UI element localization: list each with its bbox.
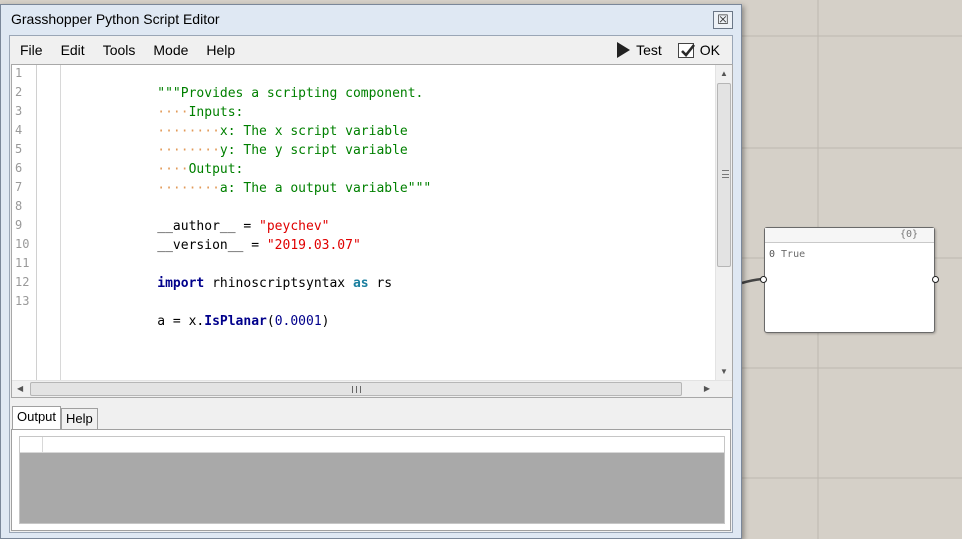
ok-button-label: OK — [699, 42, 720, 58]
output-tabs: Output Help — [12, 406, 98, 430]
script-editor-window: Grasshopper Python Script Editor ☒ File … — [0, 4, 742, 539]
code-line: ········y: The y script variable — [79, 122, 407, 158]
play-icon — [617, 42, 631, 58]
code-editor[interactable]: 1 2 3 4 5 6 7 8 9 10 11 12 13 """Provide… — [11, 64, 733, 398]
grip-icon — [352, 386, 361, 393]
code-text: """Provides a scripting component. ····I… — [79, 65, 431, 329]
line-number: 6 — [15, 161, 23, 175]
code-line: import rhinoscriptsyntax as rs — [79, 255, 392, 291]
assignment: a = x. — [157, 314, 205, 329]
vertical-scrollbar[interactable]: ▲ ▼ — [715, 65, 732, 380]
panel-row-index: 0 — [769, 249, 776, 260]
title-bar[interactable]: Grasshopper Python Script Editor ☒ — [1, 5, 741, 35]
grip-icon — [722, 170, 729, 178]
line-number: 12 — [15, 275, 30, 289]
line-number-gutter: 1 2 3 4 5 6 7 8 9 10 11 12 13 — [12, 65, 37, 380]
code-line: ········x: The x script variable — [79, 103, 407, 139]
scroll-left-arrow-icon[interactable]: ◀ — [17, 384, 23, 393]
code-line: __author__ = "peychev" — [79, 198, 329, 234]
code-line: """Provides a scripting component. — [79, 65, 423, 101]
scroll-up-arrow-icon[interactable]: ▲ — [720, 69, 728, 78]
scroll-down-arrow-icon[interactable]: ▼ — [720, 367, 728, 376]
indent-guide: ········ — [157, 181, 220, 196]
paren: ( — [266, 314, 275, 329]
pane-splitter[interactable] — [10, 398, 732, 406]
panel-component[interactable]: {0} 0 True — [760, 227, 939, 333]
code-line: __version__ = "2019.03.07" — [79, 217, 361, 253]
paren: ) — [321, 314, 330, 329]
line-number: 13 — [15, 294, 30, 308]
panel-header: {0} — [765, 228, 934, 243]
horizontal-scrollbar[interactable]: ◀ ▶ — [12, 380, 732, 397]
close-button[interactable]: ☒ — [713, 11, 733, 29]
line-number: 5 — [15, 142, 23, 156]
string-literal: "2019.03.07" — [266, 238, 361, 253]
ok-button[interactable]: OK — [674, 39, 724, 61]
docstring-text: a: The a output variable""" — [219, 181, 432, 196]
code-line: ········a: The a output variable""" — [79, 160, 431, 196]
test-button[interactable]: Test — [613, 39, 666, 61]
close-icon: ☒ — [717, 12, 729, 27]
tab-help[interactable]: Help — [61, 408, 98, 430]
output-list[interactable] — [19, 436, 725, 524]
line-number: 1 — [15, 66, 23, 80]
tab-output[interactable]: Output — [12, 406, 62, 430]
panel-row-value: True — [781, 249, 806, 260]
module-name: rhinoscriptsyntax — [204, 276, 353, 291]
line-number: 10 — [15, 237, 30, 251]
menu-file[interactable]: File — [10, 36, 52, 64]
horizontal-scroll-thumb[interactable] — [30, 382, 682, 396]
panel-data-path: {0} — [899, 229, 918, 240]
scroll-right-arrow-icon[interactable]: ▶ — [704, 384, 710, 393]
method-name: IsPlanar — [204, 314, 267, 329]
line-number: 3 — [15, 104, 23, 118]
panel-input-grip[interactable] — [760, 276, 767, 283]
window-title: Grasshopper Python Script Editor — [11, 11, 220, 27]
docstring-text: y: The y script variable — [219, 143, 408, 158]
panel-row: 0 True — [769, 249, 805, 260]
line-number: 9 — [15, 218, 23, 232]
code-line: ····Output: — [79, 141, 243, 177]
menu-tools[interactable]: Tools — [94, 36, 145, 64]
menu-help[interactable]: Help — [197, 36, 244, 64]
menu-edit[interactable]: Edit — [52, 36, 94, 64]
vertical-scroll-thumb[interactable] — [717, 83, 731, 267]
menu-bar: File Edit Tools Mode Help Test OK — [10, 36, 732, 64]
line-number: 8 — [15, 199, 23, 213]
checkmark-icon — [677, 42, 695, 58]
menu-mode[interactable]: Mode — [144, 36, 197, 64]
wire — [741, 277, 763, 285]
keyword: import — [157, 276, 205, 291]
line-number: 4 — [15, 123, 23, 137]
code-line: a = x.IsPlanar(0.0001) — [79, 293, 329, 329]
panel-output-grip[interactable] — [932, 276, 939, 283]
line-number: 2 — [15, 85, 23, 99]
fold-margin — [37, 65, 61, 380]
variable-name: __version__ = — [157, 238, 267, 253]
line-number: 7 — [15, 180, 23, 194]
output-panel — [11, 429, 731, 531]
alias-name: rs — [368, 276, 393, 291]
test-button-label: Test — [636, 42, 662, 58]
editor-body: File Edit Tools Mode Help Test OK 1 2 3 … — [9, 35, 733, 533]
number-literal: 0.0001 — [274, 314, 322, 329]
code-line: ····Inputs: — [79, 84, 243, 120]
keyword: as — [352, 276, 369, 291]
output-list-header — [20, 437, 724, 453]
line-number: 11 — [15, 256, 30, 270]
